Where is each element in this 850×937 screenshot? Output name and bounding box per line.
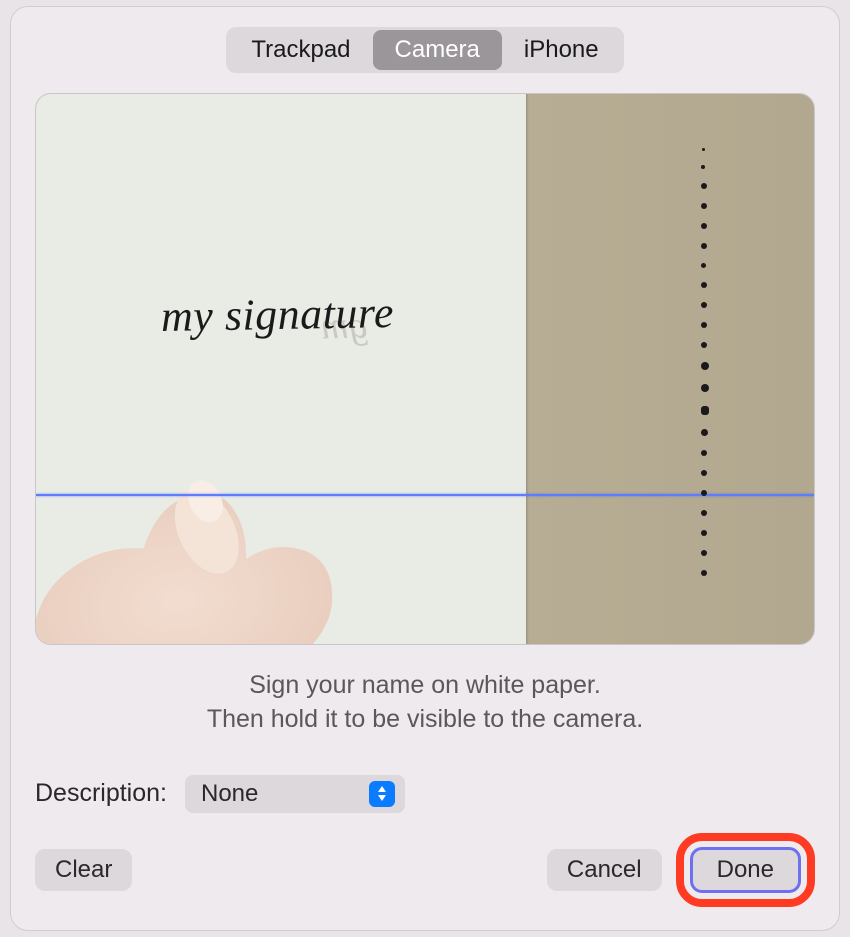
instructions-text: Sign your name on white paper. Then hold…	[35, 669, 815, 737]
done-button[interactable]: Done	[690, 847, 801, 893]
signature-capture-panel: Trackpad Camera iPhone gm my signature S…	[10, 6, 840, 931]
description-select[interactable]: None	[185, 775, 405, 813]
button-row: Clear Cancel Done	[35, 833, 815, 907]
description-label: Description:	[35, 779, 167, 808]
tab-camera[interactable]: Camera	[373, 30, 502, 70]
description-value: None	[201, 780, 369, 808]
instructions-line2: Then hold it to be visible to the camera…	[35, 703, 815, 737]
hand-graphic	[35, 400, 374, 645]
paper-edge-marks	[701, 134, 709, 614]
tab-trackpad[interactable]: Trackpad	[229, 30, 372, 70]
cancel-button[interactable]: Cancel	[547, 849, 662, 891]
capture-mode-tabs: Trackpad Camera iPhone	[226, 27, 623, 73]
tab-iphone[interactable]: iPhone	[502, 30, 621, 70]
description-row: Description: None	[35, 775, 815, 813]
signature-text: my signature	[161, 287, 395, 342]
baseline-guide	[36, 494, 814, 496]
instructions-line1: Sign your name on white paper.	[35, 669, 815, 703]
done-highlight-ring: Done	[676, 833, 815, 907]
camera-preview: gm my signature	[35, 93, 815, 645]
clear-button[interactable]: Clear	[35, 849, 132, 891]
chevron-updown-icon	[369, 781, 395, 807]
